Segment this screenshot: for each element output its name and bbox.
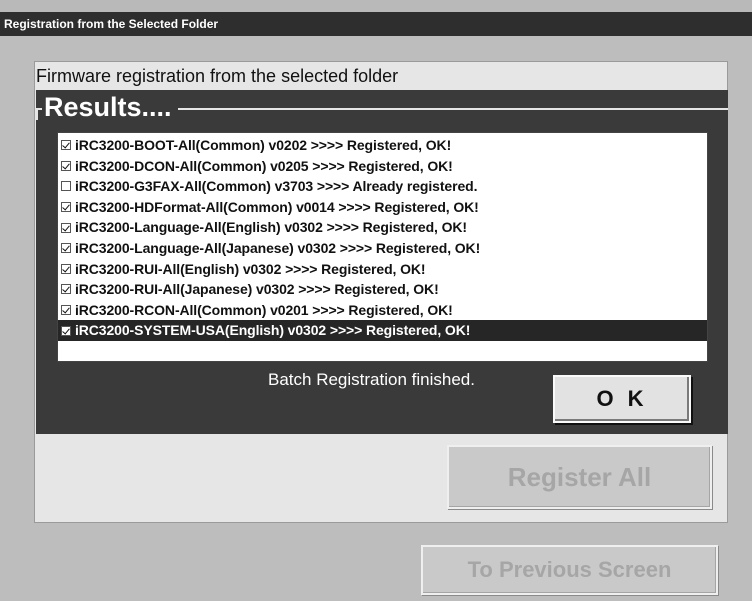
result-row[interactable]: iRC3200-Language-All(Japanese) v0302 >>>… [58, 238, 707, 259]
result-checkbox[interactable] [61, 305, 71, 316]
result-checkbox[interactable] [61, 325, 71, 336]
result-row[interactable]: iRC3200-G3FAX-All(Common) v3703 >>>> Alr… [58, 176, 707, 197]
result-text: iRC3200-RUI-All(Japanese) v0302 >>>> Reg… [75, 281, 439, 298]
result-checkbox[interactable] [61, 181, 71, 192]
window-title: Registration from the Selected Folder [4, 17, 219, 31]
result-row[interactable]: iRC3200-HDFormat-All(Common) v0014 >>>> … [58, 197, 707, 218]
register-all-button[interactable]: Register All [447, 445, 712, 509]
result-text: iRC3200-Language-All(English) v0302 >>>>… [75, 219, 467, 236]
result-checkbox[interactable] [61, 263, 71, 274]
result-text: iRC3200-BOOT-All(Common) v0202 >>>> Regi… [75, 137, 452, 153]
result-text: iRC3200-RUI-All(English) v0302 >>>> Regi… [75, 260, 426, 277]
result-checkbox[interactable] [61, 202, 71, 213]
result-row[interactable]: iRC3200-RUI-All(Japanese) v0302 >>>> Reg… [58, 279, 707, 300]
result-text: iRC3200-DCON-All(Common) v0205 >>>> Regi… [75, 157, 453, 174]
results-label: Results.... [42, 90, 178, 124]
results-group-border-left [36, 108, 38, 120]
result-checkbox[interactable] [61, 160, 71, 171]
results-list[interactable]: iRC3200-BOOT-All(Common) v0202 >>>> Regi… [57, 132, 708, 362]
result-row[interactable]: iRC3200-DCON-All(Common) v0205 >>>> Regi… [58, 156, 707, 177]
result-text: iRC3200-G3FAX-All(Common) v3703 >>>> Alr… [75, 178, 478, 195]
result-text: iRC3200-HDFormat-All(Common) v0014 >>>> … [75, 198, 479, 215]
result-checkbox[interactable] [61, 222, 71, 233]
result-row[interactable]: iRC3200-RUI-All(English) v0302 >>>> Regi… [58, 259, 707, 280]
ok-button[interactable]: O K [553, 375, 691, 423]
result-text: iRC3200-RCON-All(Common) v0201 >>>> Regi… [75, 301, 453, 318]
result-text: iRC3200-SYSTEM-USA(English) v0302 >>>> R… [75, 322, 471, 339]
result-row[interactable]: iRC3200-SYSTEM-USA(English) v0302 >>>> R… [58, 320, 707, 341]
result-checkbox[interactable] [61, 243, 71, 254]
result-checkbox[interactable] [61, 284, 71, 295]
window-title-bar: Registration from the Selected Folder [0, 12, 752, 36]
result-text: iRC3200-Language-All(Japanese) v0302 >>>… [75, 239, 481, 256]
result-checkbox[interactable] [61, 140, 71, 151]
panel-heading: Firmware registration from the selected … [36, 66, 399, 86]
result-row[interactable]: iRC3200-RCON-All(Common) v0201 >>>> Regi… [58, 300, 707, 321]
status-message: Batch Registration finished. [268, 370, 475, 389]
result-row[interactable]: iRC3200-Language-All(English) v0302 >>>>… [58, 217, 707, 238]
previous-screen-button[interactable]: To Previous Screen [421, 545, 718, 595]
result-row[interactable]: iRC3200-BOOT-All(Common) v0202 >>>> Regi… [58, 135, 707, 156]
